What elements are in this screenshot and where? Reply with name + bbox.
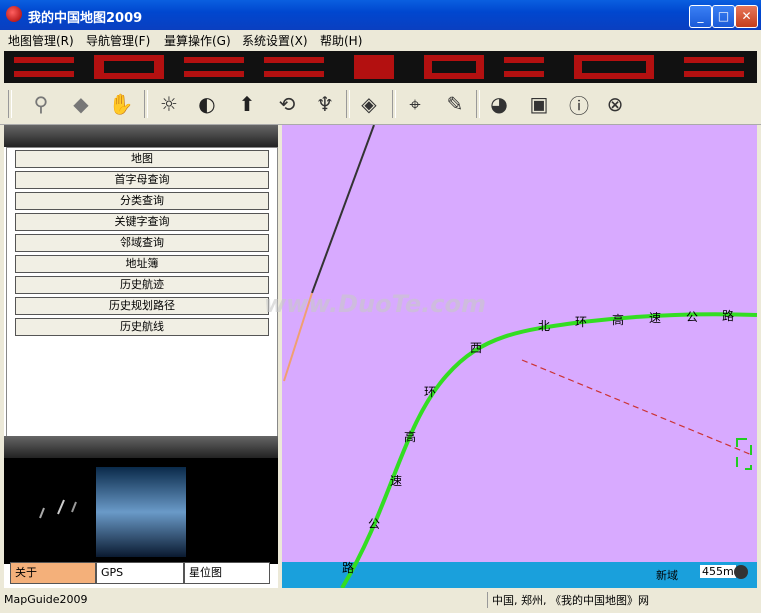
toolbar: ⚲ ◆ ✋ ☼ ◐ ⬆ ⟲ ♆ ◈ ⌖ ✎ ◕ ▣ ⓘ ⊗: [0, 84, 761, 125]
road-label: 西: [470, 341, 483, 355]
menu-help[interactable]: 帮助(H): [320, 32, 362, 49]
tab-gps[interactable]: GPS: [96, 562, 184, 584]
globe-icon[interactable]: ◕: [484, 89, 514, 119]
splash-thumbnail: [96, 467, 186, 557]
nav-item-flight-history[interactable]: 历史航线: [15, 318, 269, 336]
left-panel: 地图 首字母查询 分类查询 关键字查询 邻域查询 地址簿 历史航迹 历史规划路径…: [4, 125, 278, 588]
nav-item-track-history[interactable]: 历史航迹: [15, 276, 269, 294]
status-bar: MapGuide2009 中国, 郑州, 《我的中国地图》网: [0, 589, 761, 613]
watermark: www.DuoTe.com: [264, 290, 486, 318]
road-label: 路: [342, 561, 355, 575]
nav-item-category-search[interactable]: 分类查询: [15, 192, 269, 210]
nav-item-initial-search[interactable]: 首字母查询: [15, 171, 269, 189]
panel-divider: [4, 436, 278, 458]
compass-icon[interactable]: [734, 565, 748, 579]
led-display: [4, 51, 757, 83]
nav-item-neighborhood-search[interactable]: 邻域查询: [15, 234, 269, 252]
scale-label: 455m: [700, 565, 736, 578]
map-view[interactable]: 西 北 环 高 速 公 路 环 高 速 公 路 新域 455m: [282, 125, 757, 588]
nav-item-keyword-search[interactable]: 关键字查询: [15, 213, 269, 231]
nav-item-route-history[interactable]: 历史规划路径: [15, 297, 269, 315]
tab-about[interactable]: 关于: [10, 562, 96, 584]
close-circle-icon[interactable]: ⊗: [600, 89, 630, 119]
map-corner-label: 新域: [656, 569, 678, 582]
status-location: 中国, 郑州, 《我的中国地图》网: [487, 592, 649, 608]
road-label: 北: [538, 319, 551, 333]
maximize-button[interactable]: □: [712, 5, 735, 28]
ruler-icon[interactable]: ✎: [440, 89, 470, 119]
menu-settings[interactable]: 系统设置(X): [242, 32, 308, 49]
road-label: 公: [686, 310, 699, 324]
nav-item-address-book[interactable]: 地址簿: [15, 255, 269, 273]
hand-icon[interactable]: ✋: [106, 89, 136, 119]
nav-item-map[interactable]: 地图: [15, 150, 269, 168]
map-canvas[interactable]: [282, 125, 757, 588]
minimize-button[interactable]: _: [689, 5, 712, 28]
antenna-icon[interactable]: ♆: [310, 89, 340, 119]
moon-icon[interactable]: ◐: [192, 89, 222, 119]
window-title: 我的中国地图2009: [28, 11, 143, 26]
monitor-icon[interactable]: ▣: [524, 89, 554, 119]
title-bar: 我的中国地图2009 _ □ ✕: [0, 0, 761, 30]
menu-measure[interactable]: 量算操作(G): [164, 32, 231, 49]
layer-icon[interactable]: ◈: [354, 89, 384, 119]
road-label: 环: [575, 315, 588, 329]
panel-header: [4, 125, 278, 147]
tab-star-chart[interactable]: 星位图: [184, 562, 270, 584]
road-label: 速: [390, 474, 403, 488]
road-label: 公: [368, 517, 381, 531]
sun-icon[interactable]: ☼: [154, 89, 184, 119]
menu-nav-manage[interactable]: 导航管理(F): [86, 32, 150, 49]
menu-map-manage[interactable]: 地图管理(R): [8, 32, 74, 49]
close-button[interactable]: ✕: [735, 5, 758, 28]
road-label: 路: [722, 309, 735, 323]
menu-bar: 地图管理(R) 导航管理(F) 量算操作(G) 系统设置(X) 帮助(H): [0, 30, 761, 50]
status-app-name: MapGuide2009: [4, 593, 88, 606]
pin-icon[interactable]: ⚲: [26, 89, 56, 119]
road-label: 高: [612, 313, 625, 327]
road-label: 环: [424, 385, 437, 399]
road-label: 高: [404, 430, 417, 444]
app-icon: [6, 6, 22, 22]
info-icon[interactable]: ⓘ: [564, 89, 594, 119]
shape-icon[interactable]: ◆: [66, 89, 96, 119]
crosshair-icon[interactable]: ⌖: [400, 89, 430, 119]
road-label: 速: [649, 311, 662, 325]
sync-icon[interactable]: ⟲: [272, 89, 302, 119]
north-arrow-icon[interactable]: ⬆: [232, 89, 262, 119]
